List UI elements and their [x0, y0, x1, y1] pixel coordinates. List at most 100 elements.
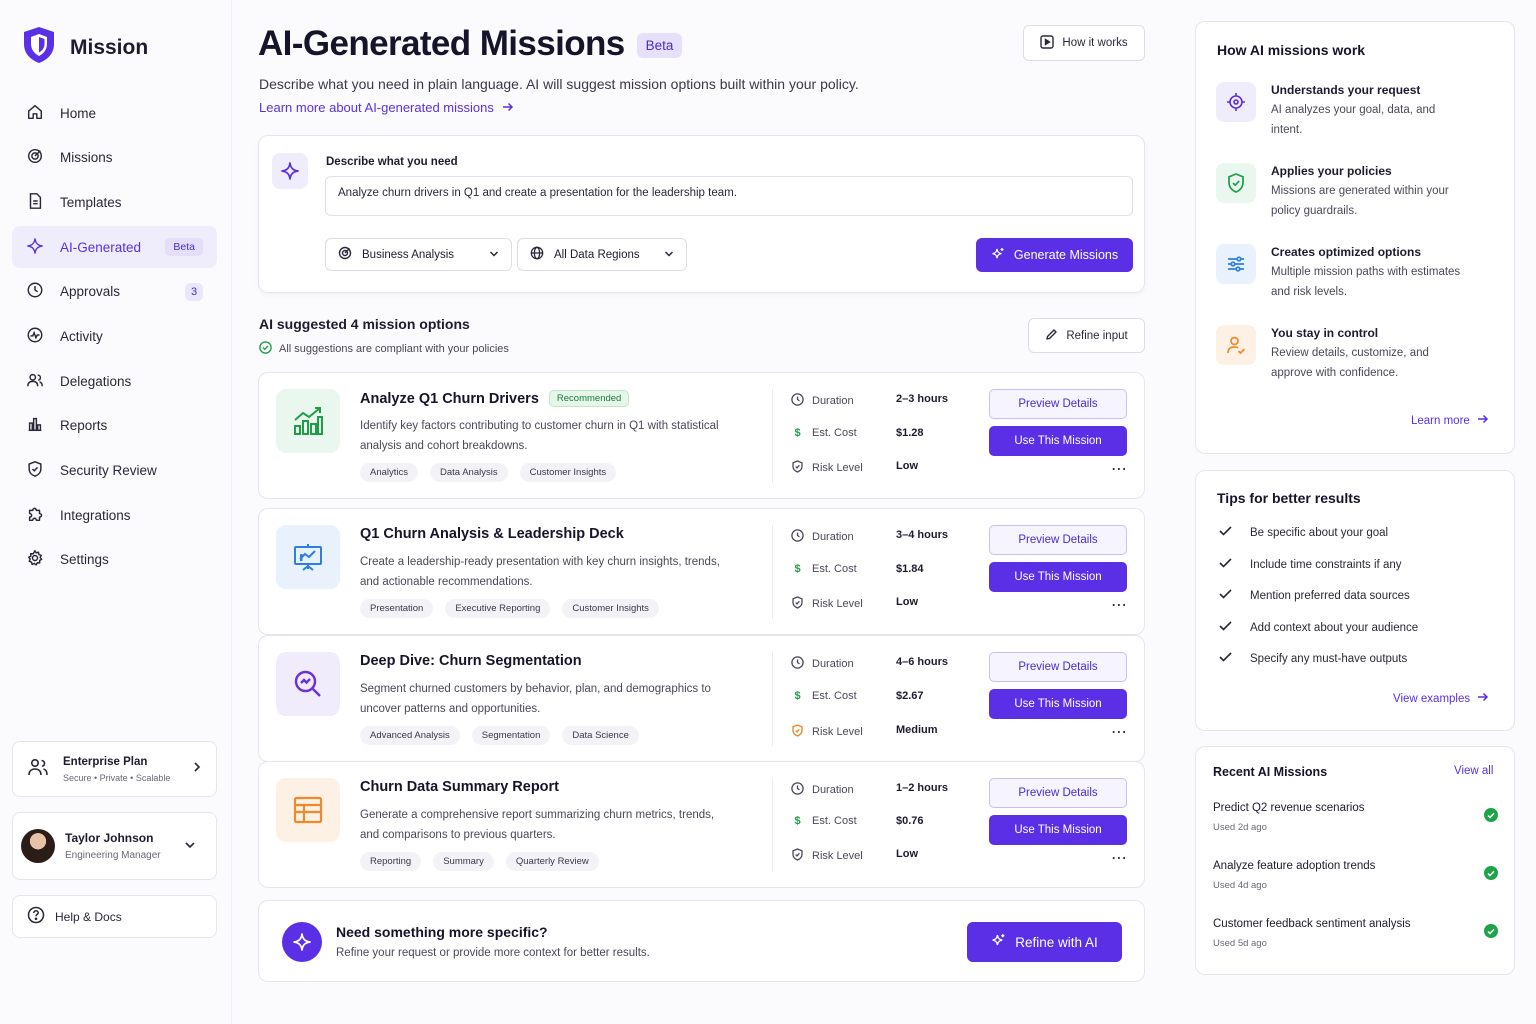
- refine-input-button[interactable]: Refine input: [1028, 318, 1145, 353]
- preview-details-button[interactable]: Preview Details: [989, 652, 1127, 682]
- sidebar-item-home[interactable]: Home: [12, 92, 217, 134]
- check-circle-icon: [1484, 866, 1498, 880]
- category-value: Business Analysis: [362, 248, 455, 261]
- sidebar-item-approvals[interactable]: Approvals 3: [12, 271, 217, 313]
- how-item-title: Understands your request: [1271, 83, 1421, 97]
- tag: Customer Insights: [562, 599, 659, 618]
- how-item-desc: AI analyzes your goal, data, and intent.: [1271, 104, 1436, 136]
- tag: Data Analysis: [430, 463, 508, 482]
- mission-title: Deep Dive: Churn Segmentation: [360, 653, 582, 669]
- arrow-right-icon: [1477, 414, 1489, 427]
- globe-icon: [530, 246, 544, 263]
- region-select[interactable]: All Data Regions: [517, 238, 687, 271]
- shield-icon: [26, 460, 44, 481]
- recent-mission-name: Customer feedback sentiment analysis: [1213, 918, 1411, 930]
- preview-details-button[interactable]: Preview Details: [989, 389, 1127, 419]
- more-options-icon[interactable]: ⋯: [1111, 462, 1128, 478]
- more-options-icon[interactable]: ⋯: [1111, 851, 1128, 867]
- help-circle-icon: [27, 906, 45, 927]
- view-examples-link[interactable]: View examples: [1393, 692, 1489, 705]
- sidebar-item-reports[interactable]: Reports: [12, 405, 217, 447]
- mission-card[interactable]: Churn Data Summary Report Generate a com…: [258, 761, 1145, 888]
- play-icon: [1040, 34, 1055, 52]
- check-icon: [1219, 526, 1232, 539]
- tag: Customer Insights: [519, 463, 617, 482]
- recommended-badge: Recommended: [548, 390, 630, 407]
- mission-title: Q1 Churn Analysis & Leadership Deck: [360, 526, 624, 542]
- preview-details-button[interactable]: Preview Details: [989, 778, 1127, 808]
- generate-missions-button[interactable]: Generate Missions: [976, 238, 1133, 272]
- beta-badge: Beta: [165, 238, 203, 257]
- duration-value: 4–6 hours: [896, 656, 948, 668]
- cost-text: Est. Cost: [812, 815, 857, 827]
- sidebar-nav: Home Missions Templates AI-Generated Bet…: [12, 92, 217, 584]
- sidebar-item-templates[interactable]: Templates: [12, 181, 217, 223]
- brand[interactable]: Mission: [22, 26, 148, 69]
- use-mission-button[interactable]: Use This Mission: [989, 689, 1127, 719]
- more-options-icon[interactable]: ⋯: [1111, 598, 1128, 614]
- category-select[interactable]: Business Analysis: [325, 238, 512, 271]
- dollar-icon: $: [794, 815, 801, 827]
- sidebar-item-missions[interactable]: Missions: [12, 137, 217, 179]
- use-mission-button[interactable]: Use This Mission: [989, 815, 1127, 845]
- brand-name: Mission: [70, 35, 149, 59]
- refine-with-ai-button[interactable]: Refine with AI: [967, 922, 1122, 962]
- mission-title: Churn Data Summary Report: [360, 779, 560, 795]
- sidebar: Mission Home Missions Templates AI-Gener…: [0, 0, 232, 1024]
- sparkle-icon: [26, 237, 44, 258]
- mission-title: Analyze Q1 Churn Drivers: [360, 390, 539, 407]
- view-all-link[interactable]: View all: [1454, 765, 1493, 777]
- recent-mission-item[interactable]: Predict Q2 revenue scenarios Used 2d ago: [1213, 802, 1498, 833]
- recent-mission-name: Predict Q2 revenue scenarios: [1213, 802, 1365, 814]
- recent-mission-item[interactable]: Analyze feature adoption trends Used 4d …: [1213, 860, 1498, 891]
- learn-more-label: Learn more: [1411, 414, 1470, 427]
- sparkle-icon: [272, 153, 308, 189]
- sidebar-item-settings[interactable]: Settings: [12, 539, 217, 581]
- learn-more-label: Learn more about AI-generated missions: [259, 100, 494, 115]
- prompt-input[interactable]: Analyze churn drivers in Q1 and create a…: [325, 176, 1133, 216]
- mission-card[interactable]: Analyze Q1 Churn Drivers Recommended Ide…: [258, 372, 1145, 499]
- user-profile-card[interactable]: Taylor Johnson Engineering Manager: [12, 812, 217, 880]
- sidebar-item-label: Integrations: [60, 507, 131, 523]
- sidebar-item-activity[interactable]: Activity: [12, 315, 217, 357]
- activity-icon: [26, 326, 44, 347]
- avatar: [21, 829, 55, 863]
- duration-text: Duration: [812, 658, 854, 670]
- how-it-works-button[interactable]: How it works: [1023, 25, 1145, 61]
- mission-card[interactable]: Q1 Churn Analysis & Leadership Deck Crea…: [258, 508, 1145, 635]
- chevron-down-icon: [489, 249, 499, 261]
- risk-label: Risk Level: [791, 724, 863, 740]
- team-icon: [27, 757, 49, 782]
- how-ai-works-panel: How AI missions work Understands your re…: [1195, 21, 1515, 454]
- sidebar-item-ai-generated[interactable]: AI-Generated Beta: [12, 226, 217, 269]
- help-docs-button[interactable]: Help & Docs: [12, 895, 217, 938]
- cost-text: Est. Cost: [812, 563, 857, 575]
- prompt-label: Describe what you need: [326, 156, 458, 168]
- use-mission-button[interactable]: Use This Mission: [989, 426, 1127, 456]
- enterprise-plan-card[interactable]: Enterprise Plan Secure • Private • Scala…: [12, 741, 217, 797]
- mission-tags: Analytics Data Analysis Customer Insight…: [360, 463, 617, 482]
- chevron-right-icon: [192, 760, 202, 778]
- learn-more-link[interactable]: Learn more about AI-generated missions: [259, 100, 514, 115]
- page-subtitle: Describe what you need in plain language…: [259, 76, 859, 92]
- learn-more-link[interactable]: Learn more: [1411, 414, 1489, 427]
- sidebar-item-delegations[interactable]: Delegations: [12, 360, 217, 402]
- tag: Quarterly Review: [505, 852, 599, 871]
- use-mission-button[interactable]: Use This Mission: [989, 562, 1127, 592]
- clock-icon: [791, 782, 804, 798]
- tip-item: Add context about your audience: [1219, 621, 1418, 634]
- risk-value: Low: [896, 848, 918, 860]
- tip-text: Add context about your audience: [1250, 621, 1419, 634]
- shield-icon: [791, 460, 804, 476]
- recent-mission-item[interactable]: Customer feedback sentiment analysis Use…: [1213, 918, 1498, 949]
- divider: [772, 778, 773, 872]
- shield-icon: [791, 596, 804, 612]
- sidebar-item-security-review[interactable]: Security Review: [12, 450, 217, 492]
- mission-card[interactable]: Deep Dive: Churn Segmentation Segment ch…: [258, 635, 1145, 762]
- dollar-icon: $: [794, 563, 801, 575]
- mission-title-row: Analyze Q1 Churn Drivers Recommended: [360, 390, 630, 407]
- preview-details-button[interactable]: Preview Details: [989, 525, 1127, 555]
- sidebar-item-label: Home: [60, 105, 97, 121]
- more-options-icon[interactable]: ⋯: [1111, 725, 1128, 741]
- sidebar-item-integrations[interactable]: Integrations: [12, 494, 217, 536]
